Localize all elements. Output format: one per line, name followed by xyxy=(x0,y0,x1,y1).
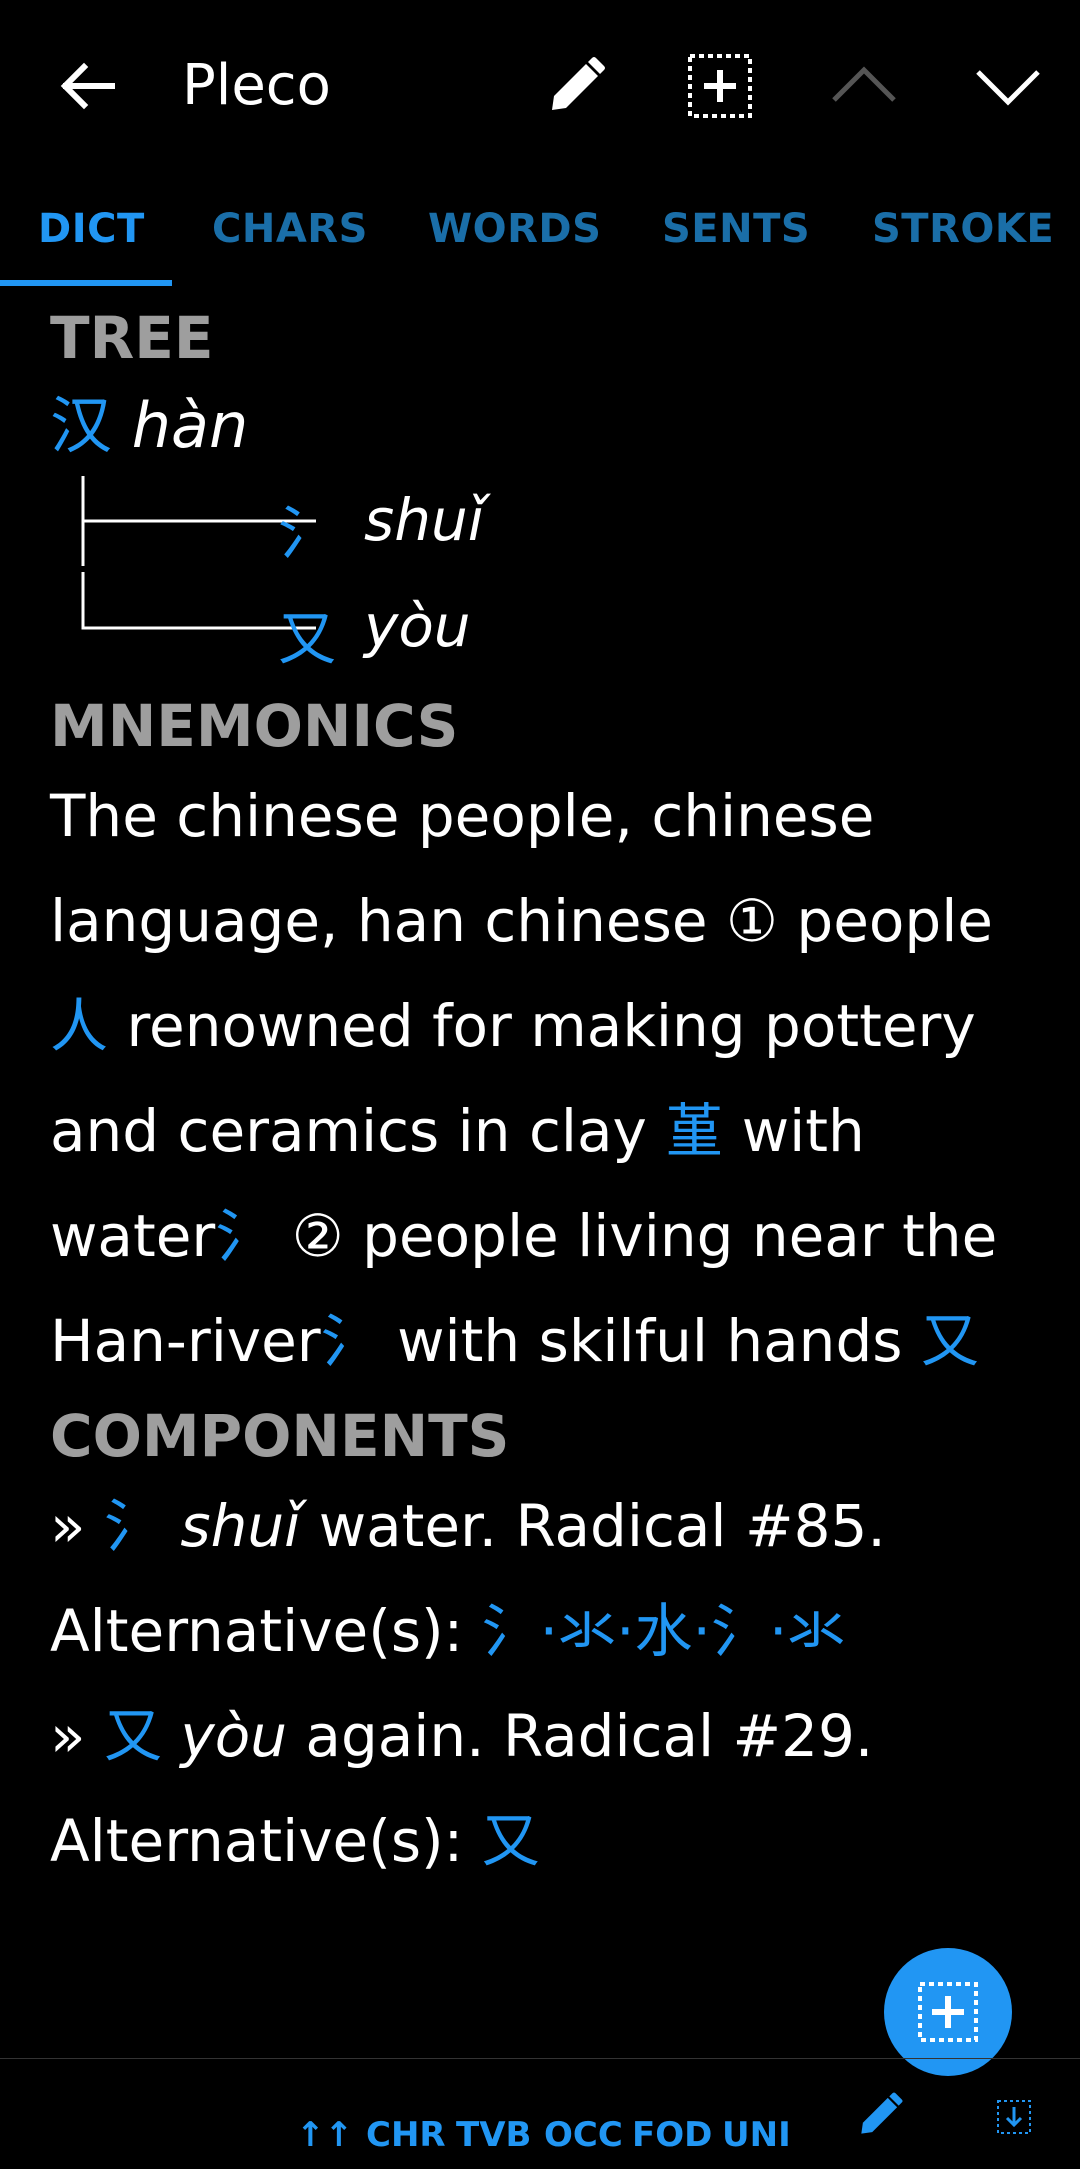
tab-chars[interactable]: CHARS xyxy=(212,206,368,252)
tab-words[interactable]: WORDS xyxy=(428,206,601,252)
tree-child-char[interactable]: 又 xyxy=(278,592,336,676)
mnemonic-char[interactable]: 氵 xyxy=(215,1202,273,1270)
dict-occ-button[interactable]: OCC xyxy=(544,2115,623,2155)
mnemonic-text: with skilful hands xyxy=(397,1307,903,1375)
component-char[interactable]: 氵 xyxy=(104,1492,162,1560)
mnemonic-char[interactable]: 人 xyxy=(50,992,108,1060)
add-flashcard-icon xyxy=(918,1982,978,2042)
alternative-chars[interactable]: 氵·氺·水·氵·氺 xyxy=(482,1597,846,1665)
tab-stroke[interactable]: STROKE xyxy=(872,206,1054,252)
mnemonic-number: ② xyxy=(291,1202,344,1270)
component-desc: water. Radical #85. xyxy=(318,1492,886,1560)
mnemonic-char[interactable]: 氵 xyxy=(321,1307,379,1375)
mnemonics-heading: MNEMONICS xyxy=(50,692,459,760)
tree-heading: TREE xyxy=(50,304,214,372)
mnemonic-text: people xyxy=(796,887,993,955)
pencil-icon[interactable] xyxy=(540,50,612,122)
bullet-mark: » xyxy=(50,1492,86,1560)
alternatives-label: Alternative(s): xyxy=(50,1807,464,1875)
tree-branch: 氵 shuǐ xyxy=(50,476,1040,582)
definition-content: TREE 汉 hàn 氵 shuǐ 又 yòu MNEMONICS The ch… xyxy=(50,300,1040,1894)
tab-sents[interactable]: SENTS xyxy=(662,206,810,252)
tree-child-char[interactable]: 氵 xyxy=(278,486,336,570)
tree-root: 汉 hàn xyxy=(50,376,1040,476)
alternatives-label: Alternative(s): xyxy=(50,1597,464,1665)
pencil-icon[interactable] xyxy=(852,2087,908,2143)
active-tab-indicator xyxy=(0,280,172,286)
tab-bar: DICT CHARS WORDS SENTS STROKE xyxy=(0,200,1080,290)
component-pinyin: shuǐ xyxy=(180,1492,301,1560)
component-desc: again. Radical #29. xyxy=(305,1702,874,1770)
dict-tvb-button[interactable]: TVB xyxy=(456,2115,531,2155)
tree-root-char[interactable]: 汉 xyxy=(50,389,112,462)
app-bar: Pleco xyxy=(0,0,1080,168)
component-char[interactable]: 又 xyxy=(104,1702,162,1770)
component-entry: » 又 yòu again. Radical #29. Alternative(… xyxy=(50,1684,1040,1894)
dict-chr-button[interactable]: CHR xyxy=(366,2115,446,2155)
tree-branch: 又 yòu xyxy=(50,572,1040,688)
chevron-up-icon[interactable] xyxy=(828,50,900,122)
tree-root-pinyin: hàn xyxy=(131,389,249,462)
app-title: Pleco xyxy=(182,53,331,118)
mnemonics-text: The chinese people, chinese language, ha… xyxy=(50,764,1040,1394)
components-heading: COMPONENTS xyxy=(50,1402,510,1470)
chevron-down-icon[interactable] xyxy=(972,50,1044,122)
arrows-up-icon[interactable]: ↑↑ xyxy=(296,2115,353,2155)
back-arrow-icon[interactable] xyxy=(52,50,124,122)
alternative-chars[interactable]: 又 xyxy=(482,1807,540,1875)
component-entry: » 氵 shuǐ water. Radical #85. Alternative… xyxy=(50,1474,1040,1684)
tree-child-pinyin: yòu xyxy=(364,592,471,660)
scroll-down-icon[interactable] xyxy=(996,2099,1032,2135)
add-flashcard-icon[interactable] xyxy=(684,50,756,122)
bottom-bar: ↑↑ CHR TVB OCC FOD UNI xyxy=(0,2058,1080,2169)
component-pinyin: yòu xyxy=(180,1702,287,1770)
tree-child-pinyin: shuǐ xyxy=(364,486,484,554)
dict-fod-button[interactable]: FOD xyxy=(632,2115,712,2155)
mnemonic-number: ① xyxy=(725,887,778,955)
bullet-mark: » xyxy=(50,1702,86,1770)
mnemonic-char[interactable]: 又 xyxy=(921,1307,979,1375)
tab-dict[interactable]: DICT xyxy=(38,206,145,252)
mnemonic-char[interactable]: 堇 xyxy=(665,1097,723,1165)
dict-uni-button[interactable]: UNI xyxy=(722,2115,791,2155)
add-flashcard-fab[interactable] xyxy=(884,1948,1012,2076)
